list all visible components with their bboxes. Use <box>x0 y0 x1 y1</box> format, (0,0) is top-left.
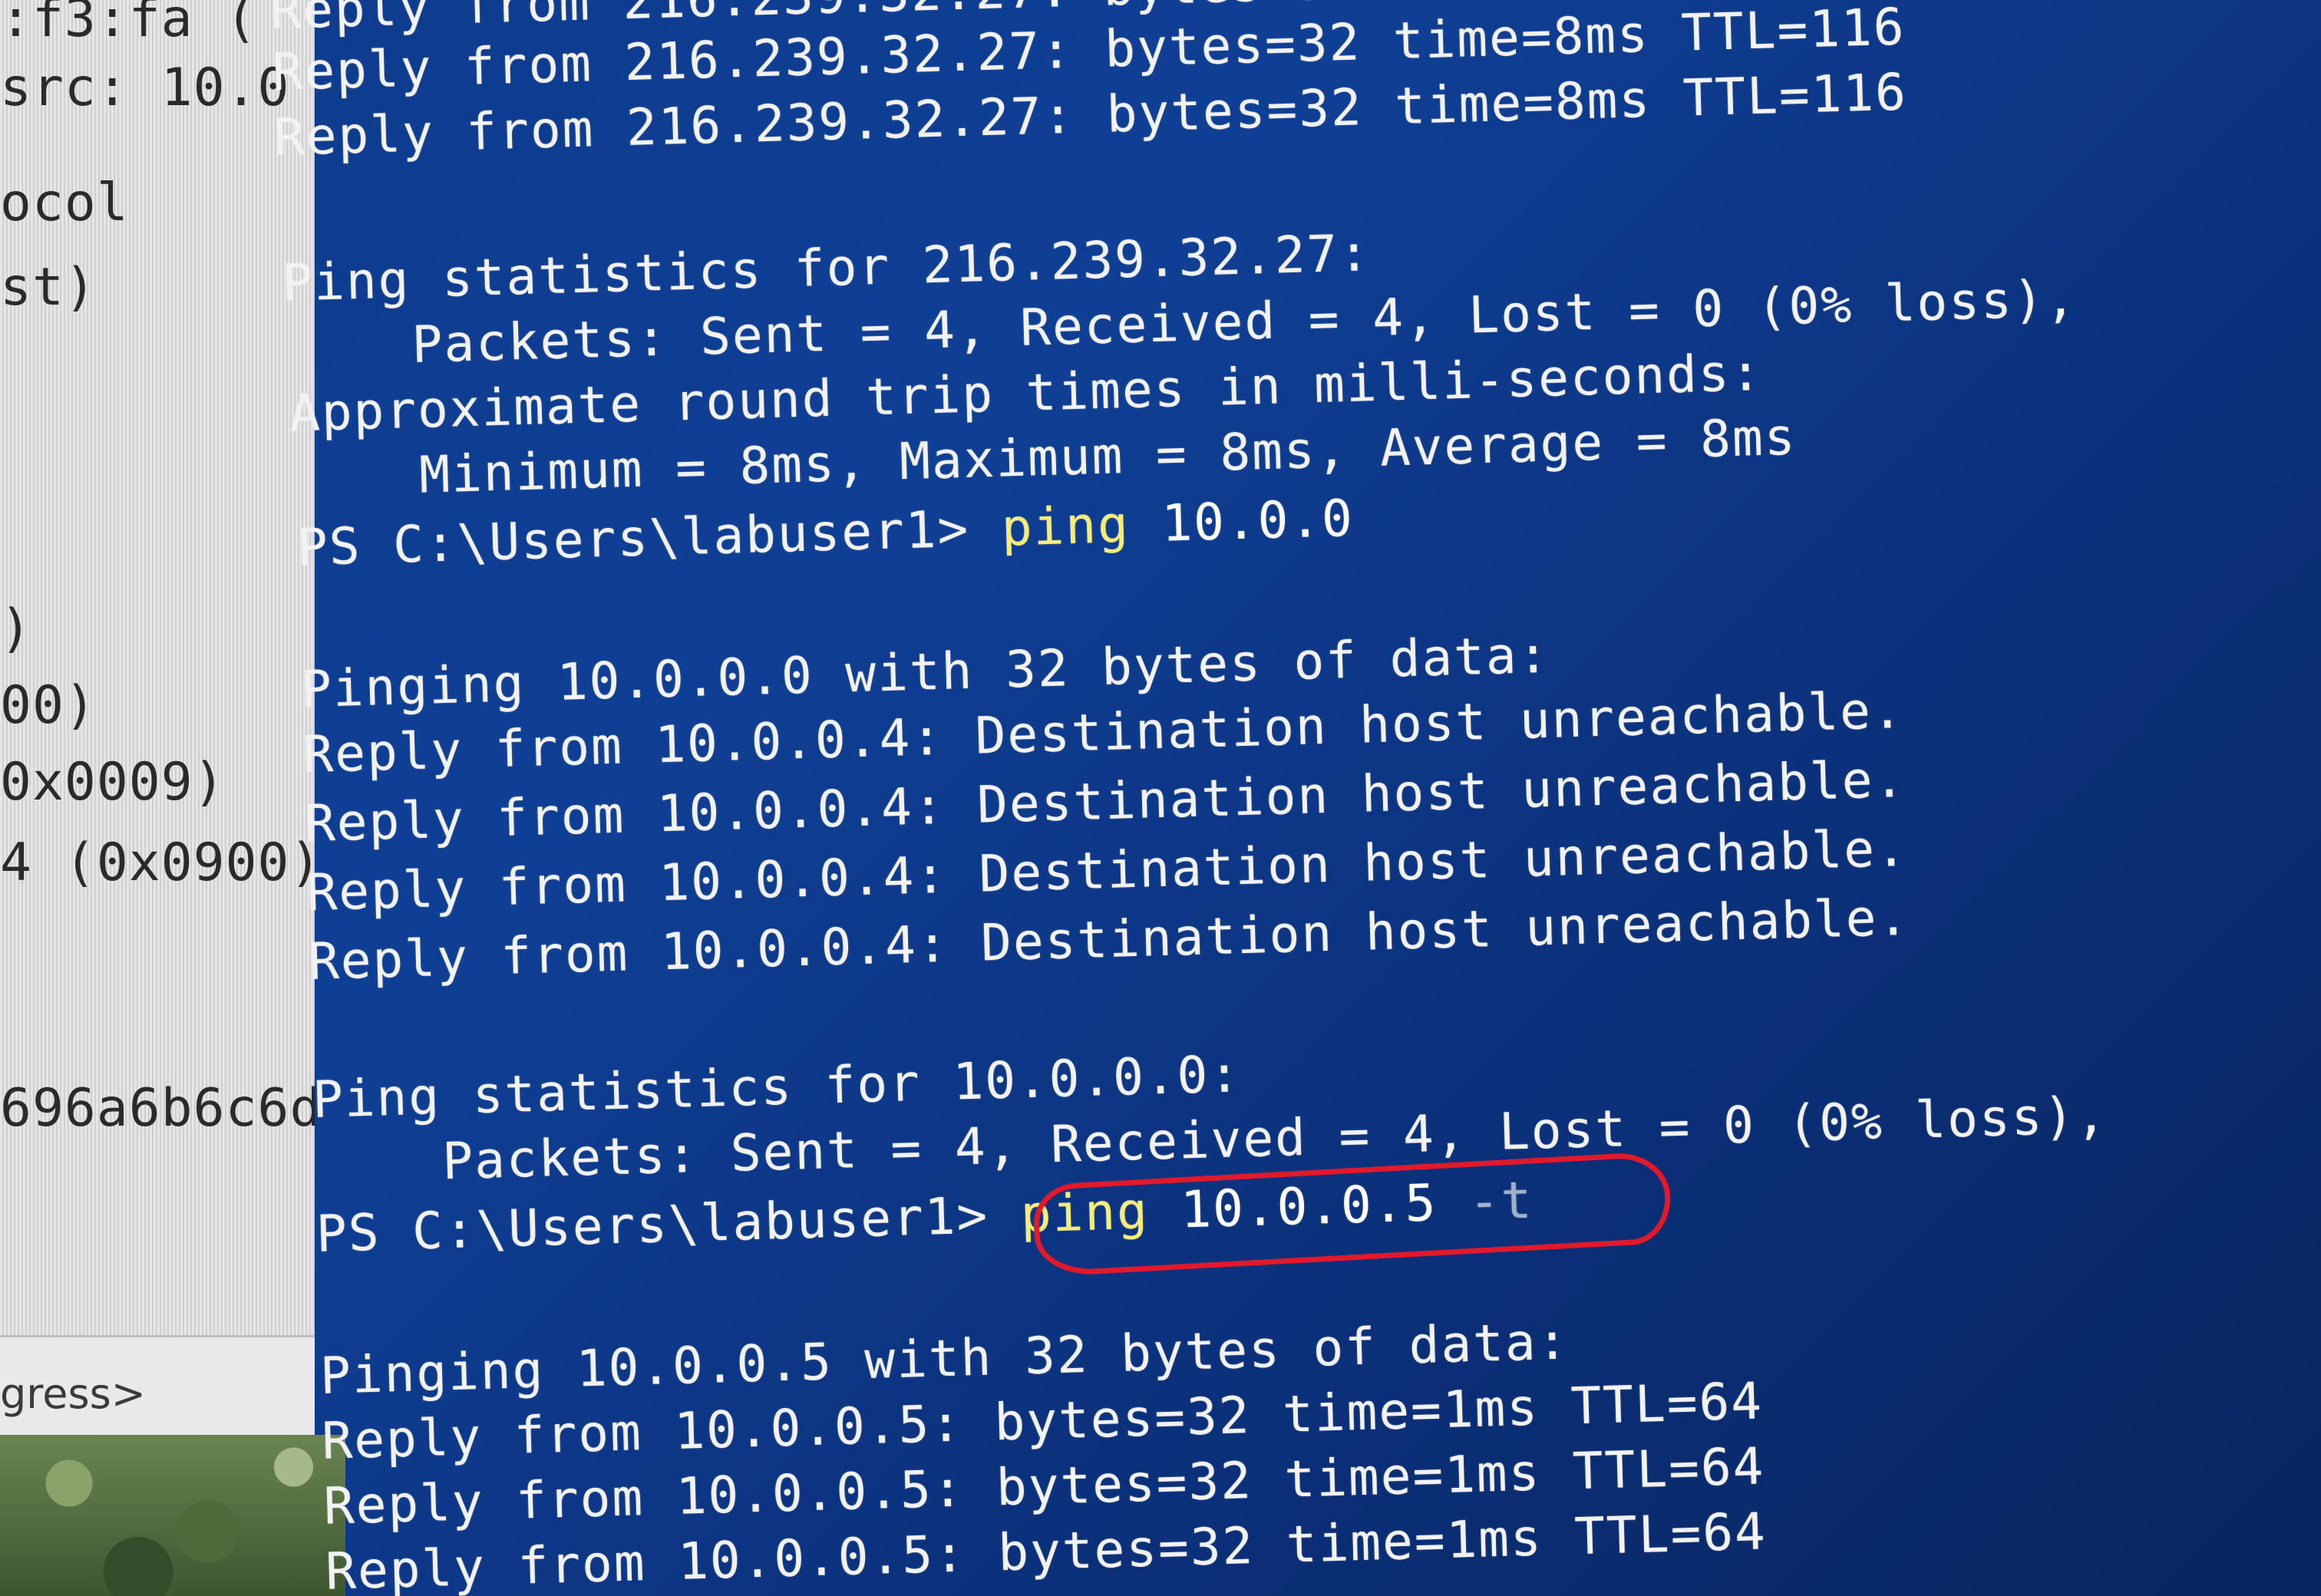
prompt-text: PS C:\Users\labuser1> <box>315 1185 1022 1264</box>
powershell-terminal[interactable]: Reply from 216.239.32.27: bytes=32 time=… <box>0 0 2321 1596</box>
command-text: ping <box>1000 494 1131 558</box>
command-args: 10.0.0 <box>1128 488 1355 554</box>
prompt-text: PS C:\Users\labuser1> <box>295 498 1002 578</box>
photo: :f3:fa ( src: 10.0 ocol st) ) 00) 0x0009… <box>0 0 2321 1596</box>
